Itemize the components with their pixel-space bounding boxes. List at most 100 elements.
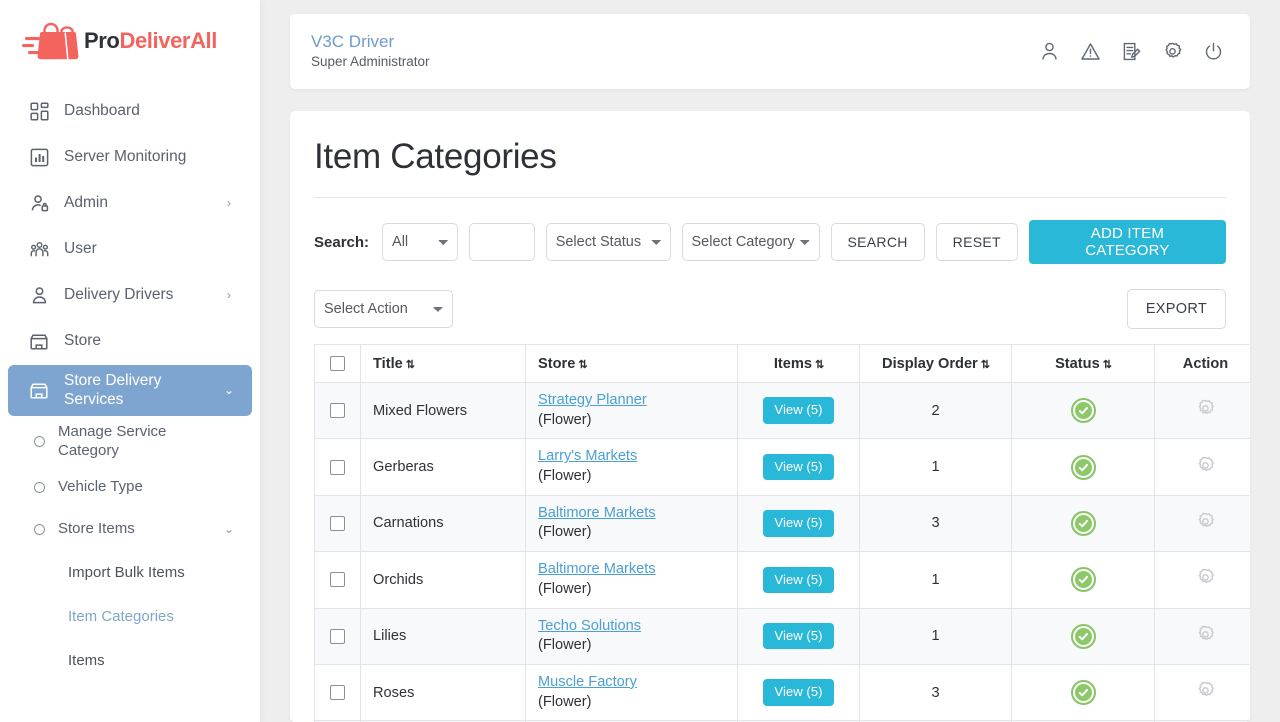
sidebar-item-store[interactable]: Store: [8, 319, 252, 363]
chevron-down-icon: ⌄: [223, 383, 235, 398]
status-active-check-icon[interactable]: [1070, 623, 1096, 649]
store-category-label: (Flower): [538, 411, 592, 428]
cell-items: View (5): [737, 607, 860, 665]
sidebar-item-vehicle-type[interactable]: Vehicle Type: [8, 467, 252, 507]
edit-document-icon[interactable]: [1121, 41, 1142, 62]
row-checkbox[interactable]: [330, 685, 345, 701]
dashboard-grid-icon: [26, 101, 52, 121]
search-label: Search:: [314, 233, 370, 251]
column-label: Items: [773, 355, 812, 372]
person-lock-icon: [26, 194, 52, 213]
add-item-category-button[interactable]: ADD ITEM CATEGORY: [1028, 220, 1227, 264]
user-icon[interactable]: [1039, 41, 1060, 62]
cell-title: Mixed Flowers: [360, 381, 526, 440]
search-button[interactable]: SEARCH: [830, 223, 925, 261]
store-link[interactable]: Baltimore Markets: [538, 560, 725, 580]
topbar-user-info: V3C Driver Super Administrator: [311, 31, 1039, 71]
table-row: Gerberas Larry's Markets (Flower) View (5) 1: [314, 438, 1250, 496]
bulk-action-select[interactable]: Select Action: [314, 290, 453, 328]
sidebar-subitem-label: Vehicle Type: [58, 477, 143, 495]
status-active-check-icon[interactable]: [1070, 398, 1096, 424]
store-link[interactable]: Baltimore Markets: [538, 504, 725, 524]
sidebar-item-item-categories[interactable]: Item Categories: [8, 595, 252, 638]
view-items-button[interactable]: View (5): [763, 397, 834, 424]
topbar-user-name[interactable]: V3C Driver: [311, 31, 1039, 53]
view-items-button[interactable]: View (5): [763, 679, 834, 706]
sidebar-item-dashboard[interactable]: Dashboard: [8, 89, 252, 133]
search-field-select[interactable]: All: [382, 223, 458, 261]
column-header-display-order[interactable]: Display Order ⇅: [859, 344, 1012, 383]
row-settings-gear-icon[interactable]: [1195, 398, 1216, 419]
sidebar-item-user[interactable]: User: [8, 227, 252, 271]
column-header-items[interactable]: Items ⇅: [737, 344, 860, 383]
row-settings-gear-icon[interactable]: [1195, 567, 1216, 588]
column-header-action: Action: [1154, 344, 1250, 383]
status-active-check-icon[interactable]: [1070, 510, 1096, 536]
row-checkbox[interactable]: [330, 572, 345, 588]
row-settings-gear-icon[interactable]: [1195, 624, 1216, 645]
sidebar-item-store-delivery-services[interactable]: Store Delivery Services ⌄: [8, 365, 252, 416]
column-label: Store: [538, 355, 576, 372]
sidebar-item-items[interactable]: Items: [8, 639, 252, 682]
store-icon: [26, 332, 52, 351]
cell-status: [1011, 607, 1155, 665]
cell-store: Larry's Markets (Flower): [525, 438, 738, 496]
sidebar-item-label: Store Delivery Services: [64, 372, 162, 409]
gear-icon[interactable]: [1162, 41, 1183, 62]
store-link[interactable]: Techo Solutions: [538, 617, 725, 637]
column-header-store[interactable]: Store ⇅: [525, 344, 738, 383]
sort-icon: ⇅: [814, 358, 824, 371]
row-settings-gear-icon[interactable]: [1195, 511, 1216, 532]
cell-store: Techo Solutions (Flower): [525, 607, 738, 665]
warning-triangle-icon[interactable]: [1080, 41, 1101, 62]
sidebar-item-import-bulk-items[interactable]: Import Bulk Items: [8, 551, 252, 594]
app-logo[interactable]: ProDeliverAll: [0, 0, 260, 81]
row-settings-gear-icon[interactable]: [1195, 455, 1216, 476]
column-header-select-all[interactable]: [314, 344, 361, 383]
category-select[interactable]: Select Category: [681, 223, 820, 261]
table-row: Carnations Baltimore Markets (Flower) View …: [314, 494, 1250, 553]
row-checkbox[interactable]: [330, 628, 345, 644]
app-root: ProDeliverAll Dashboard Server Monitorin…: [0, 0, 1280, 722]
cell-action: [1154, 663, 1250, 722]
person-icon: [26, 286, 52, 305]
status-select[interactable]: Select Status: [545, 223, 671, 261]
cell-display-order: 2: [859, 381, 1012, 440]
status-active-check-icon[interactable]: [1070, 680, 1096, 706]
cell-store: Muscle Factory (Flower): [525, 663, 738, 722]
sidebar-item-admin[interactable]: Admin ›: [8, 181, 252, 225]
view-items-button[interactable]: View (5): [763, 622, 834, 650]
sidebar-subitem-label: Manage Service Category: [58, 422, 167, 459]
row-checkbox[interactable]: [330, 459, 345, 475]
cell-status: [1011, 494, 1155, 553]
search-input[interactable]: [468, 223, 535, 261]
view-items-button[interactable]: View (5): [763, 566, 834, 594]
select-all-checkbox[interactable]: [330, 356, 345, 371]
store-icon: [26, 381, 52, 400]
sidebar-item-server-monitoring[interactable]: Server Monitoring: [8, 135, 252, 179]
store-link[interactable]: Muscle Factory: [538, 673, 725, 693]
power-icon[interactable]: [1203, 41, 1224, 62]
status-active-check-icon[interactable]: [1070, 454, 1096, 480]
cell-action: [1154, 607, 1250, 665]
status-active-check-icon[interactable]: [1070, 567, 1096, 593]
row-select-cell: [314, 381, 361, 440]
sidebar-item-store-items[interactable]: Store Items ⌄: [8, 509, 252, 549]
store-link[interactable]: Strategy Planner: [538, 391, 725, 411]
table-header: Title⇅ Store⇅ Items⇅ Display Order⇅: [314, 344, 1250, 383]
row-checkbox[interactable]: [330, 515, 345, 531]
bulk-action-toolbar: Select Action EXPORT: [314, 289, 1226, 329]
store-link[interactable]: Larry's Markets: [538, 447, 725, 467]
column-header-title[interactable]: Title ⇅: [360, 344, 526, 383]
sidebar-item-delivery-drivers[interactable]: Delivery Drivers ›: [8, 273, 252, 317]
reset-button[interactable]: RESET: [935, 223, 1018, 261]
logo-word-pro: Pro: [84, 27, 120, 53]
view-items-button[interactable]: View (5): [763, 510, 834, 537]
row-settings-gear-icon[interactable]: [1195, 680, 1216, 701]
sidebar-item-label: Delivery Drivers: [64, 286, 174, 304]
column-header-status[interactable]: Status ⇅: [1011, 344, 1155, 383]
row-checkbox[interactable]: [330, 403, 345, 419]
export-button[interactable]: EXPORT: [1126, 289, 1226, 329]
view-items-button[interactable]: View (5): [763, 453, 834, 481]
sidebar-item-manage-service-category[interactable]: Manage Service Category: [8, 418, 252, 466]
